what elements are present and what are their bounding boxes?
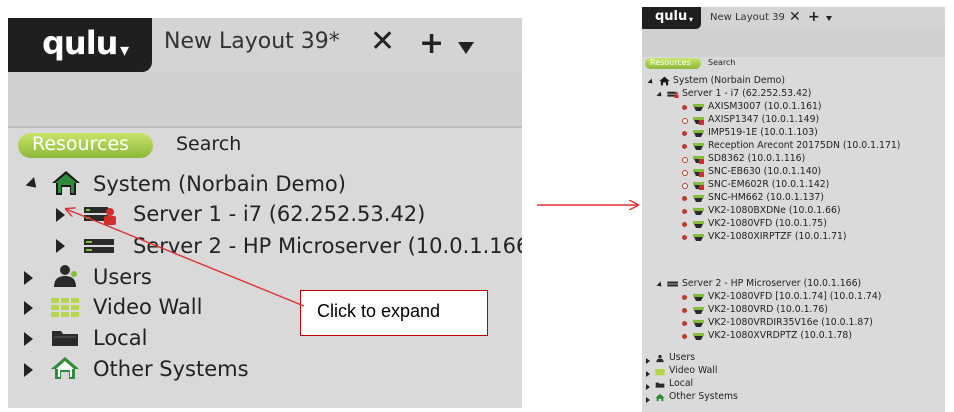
pointer-arrow xyxy=(66,209,305,307)
annotation-arrows xyxy=(0,0,954,307)
